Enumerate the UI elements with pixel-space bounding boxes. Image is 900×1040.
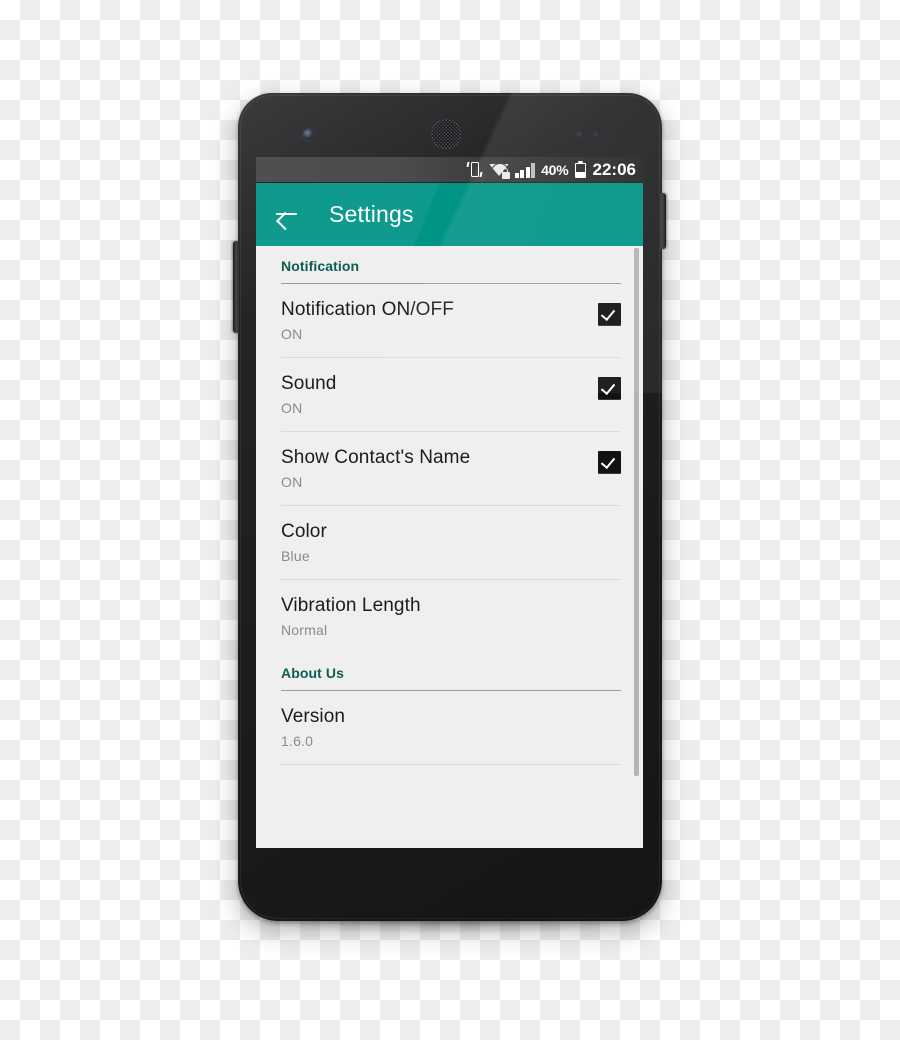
list-item[interactable]: Show Contact's Name ON [256,432,643,505]
proximity-sensor-icon [576,131,582,137]
list-item-title: Vibration Length [281,595,421,616]
light-sensor-icon [593,132,598,137]
cellular-signal-icon [514,162,536,178]
list-item-subtitle: ON [281,400,303,416]
screen-gloss-overlay [256,183,643,246]
page-title: Settings [329,201,414,227]
list-item-subtitle: ON [281,326,303,342]
volume-rocker-button[interactable] [233,241,239,333]
list-divider [281,764,621,765]
list-item-subtitle: Normal [281,622,328,638]
list-item-subtitle: ON [281,474,303,490]
section-header-notification: Notification [256,246,643,278]
phone-device: 40% 22:06 Settings Notification Notifica… [233,93,666,921]
power-button[interactable] [660,193,666,249]
device-shadow [258,912,644,934]
earpiece-speaker-icon [431,119,461,149]
section-header-label: Notification [281,258,360,274]
list-item-subtitle: Blue [281,548,310,564]
checkbox-show-contacts-name[interactable] [598,451,621,474]
list-item[interactable]: Sound ON [256,358,643,431]
app-bar: Settings [256,183,643,246]
front-camera-icon [303,129,314,140]
list-item-title: Show Contact's Name [281,447,471,468]
list-item[interactable]: Notification ON/OFF ON [256,284,643,357]
list-item-title: Version [281,706,346,727]
list-item[interactable]: Version 1.6.0 [256,691,643,764]
list-item-title: Notification ON/OFF [281,299,454,320]
list-item-title: Color [281,521,327,542]
section-header-label: About Us [281,665,345,681]
back-arrow-icon[interactable] [274,202,299,231]
battery-percent-label: 40% [541,161,569,178]
settings-list[interactable]: Notification Notification ON/OFF ON Soun… [256,246,643,848]
list-item[interactable]: Vibration Length Normal [256,580,643,653]
scrollbar[interactable] [634,248,639,846]
checkbox-sound[interactable] [598,377,621,400]
status-bar[interactable]: 40% 22:06 [256,157,643,183]
scrollbar-thumb[interactable] [634,248,639,776]
list-item[interactable]: Color Blue [256,506,643,579]
wifi-secured-icon [488,162,510,179]
checkbox-notification-on-off[interactable] [598,303,621,326]
status-bar-clock: 22:06 [592,159,636,179]
section-header-about-us: About Us [256,653,643,685]
list-item-subtitle: 1.6.0 [281,733,314,749]
vibrate-icon [466,161,483,178]
battery-icon [574,161,586,178]
list-item-title: Sound [281,373,337,394]
phone-screen: 40% 22:06 Settings Notification Notifica… [256,157,643,848]
